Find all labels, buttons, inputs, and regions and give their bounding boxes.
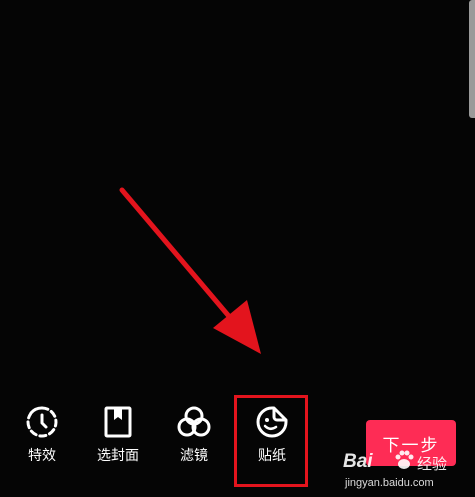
watermark-suffix: 经验 [417, 455, 448, 473]
watermark-brand: Bai [343, 451, 373, 472]
baidu-jingyan-watermark: Bai 经验 jingyan.baidu.com [343, 445, 469, 495]
watermark-url: jingyan.baidu.com [345, 477, 434, 489]
baidu-paw-icon [395, 450, 414, 469]
video-editor-screen: 特效 选封面 滤镜 贴纸 下一步 Bai 经验 jingyan.baidu.co… [0, 0, 475, 497]
